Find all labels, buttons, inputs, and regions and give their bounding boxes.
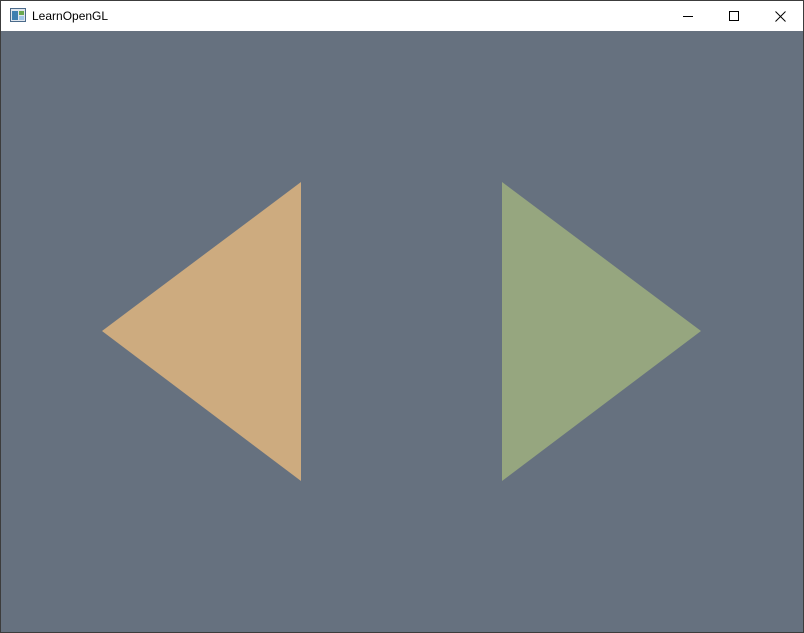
app-window: LearnOpenGL (0, 0, 804, 633)
maximize-icon (729, 11, 739, 21)
close-icon (774, 10, 786, 22)
close-button[interactable] (757, 1, 803, 31)
maximize-button[interactable] (711, 1, 757, 31)
minimize-icon (683, 11, 693, 21)
opengl-viewport[interactable] (1, 31, 803, 632)
render-canvas (1, 31, 803, 632)
title-bar[interactable]: LearnOpenGL (1, 1, 803, 31)
window-title: LearnOpenGL (32, 9, 109, 23)
minimize-button[interactable] (665, 1, 711, 31)
opengl-window-icon (10, 8, 26, 22)
